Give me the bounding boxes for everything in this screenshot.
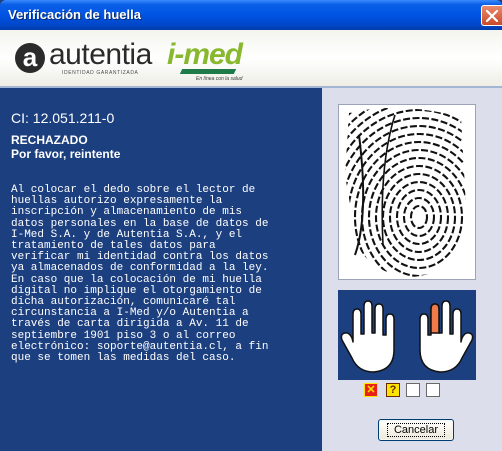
- autentia-tagline: IDENTIDAD GARANTIZADA: [62, 70, 139, 76]
- close-icon: [486, 10, 498, 22]
- autentia-logo-text: autentia: [49, 38, 152, 71]
- retry-instruction: Por favor, reintente: [11, 147, 121, 161]
- attempt-rejected-indicator: ✕: [364, 383, 378, 397]
- verification-status: RECHAZADO: [11, 133, 88, 147]
- close-button[interactable]: [481, 5, 502, 26]
- highlighted-finger-icon: [430, 303, 440, 334]
- window-title: Verificación de huella: [8, 7, 141, 22]
- imed-logo-swoosh: [179, 69, 237, 74]
- fingerprint-verification-window: Verificación de huella a autentia IDENTI…: [0, 0, 502, 451]
- cancel-button-label: Cancelar: [386, 423, 446, 437]
- imed-tagline: En línea con la salud: [196, 76, 243, 82]
- title-bar[interactable]: Verificación de huella: [0, 0, 502, 30]
- hands-icon: [340, 300, 474, 373]
- brand-banner: a autentia IDENTIDAD GARANTIZADA i-med E…: [0, 30, 502, 88]
- attempt-unknown-indicator: ?: [386, 383, 400, 397]
- attempt-pending-indicator: [406, 383, 420, 397]
- fingerprint-image: [338, 104, 476, 280]
- cancel-button[interactable]: Cancelar: [378, 419, 454, 441]
- attempt-pending-indicator: [426, 383, 440, 397]
- ci-number: CI: 12.051.211-0: [11, 110, 115, 126]
- finger-selector: [338, 290, 476, 380]
- autentia-logo-letter: a: [22, 42, 38, 72]
- fingerprint-scan-icon: [339, 105, 475, 279]
- legal-consent-text: Al colocar el dedo sobre el lector de hu…: [11, 184, 269, 365]
- imed-logo-text: i-med: [167, 38, 243, 71]
